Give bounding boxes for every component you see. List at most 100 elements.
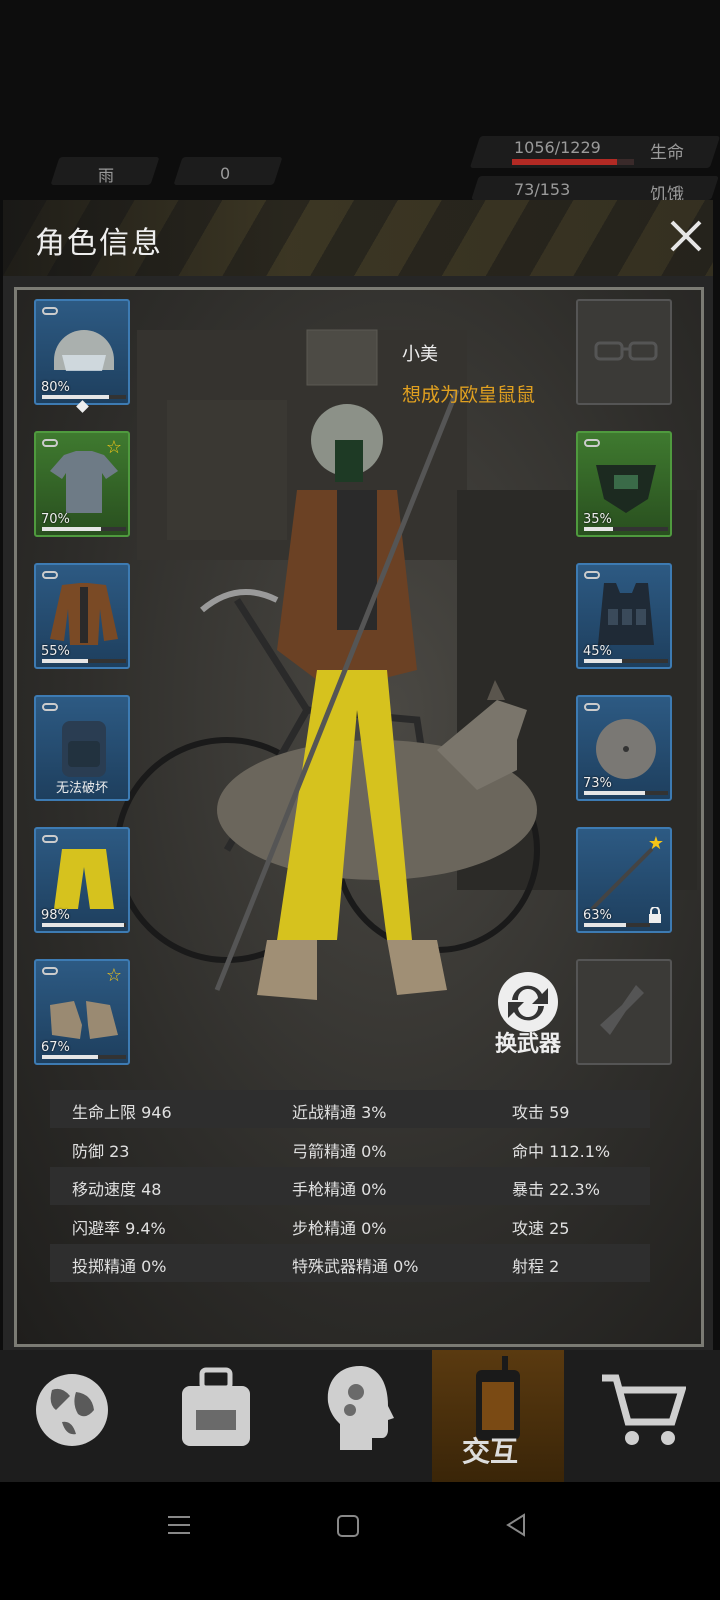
backpack-slot[interactable]: 无法破坏 <box>34 695 130 801</box>
globe-icon <box>36 1374 108 1446</box>
shield-durability-bar <box>584 791 668 795</box>
durability-fill <box>584 659 622 663</box>
health-bar <box>512 159 634 165</box>
close-icon[interactable] <box>666 216 706 256</box>
helmet-durability-bar <box>42 395 126 399</box>
backpack-icon <box>62 721 106 777</box>
mask-slot[interactable]: 35% <box>576 431 672 537</box>
shield-slot[interactable]: 73% <box>576 695 672 801</box>
home-icon[interactable] <box>336 1514 360 1538</box>
durability-fill <box>42 395 110 399</box>
nav-world-map[interactable] <box>0 1350 144 1482</box>
character-name: 小美 <box>402 344 438 365</box>
pants-durability-bar <box>42 923 126 927</box>
link-icon <box>42 571 58 579</box>
pants-icon <box>54 849 114 909</box>
shield-durability-text: 73% <box>583 776 612 791</box>
shirt-durability-bar <box>42 527 126 531</box>
stat-cell: 攻击 59 <box>512 1103 570 1122</box>
stat-cell: 近战精通 3% <box>292 1103 387 1122</box>
helmet-icon <box>54 330 114 371</box>
weather-text: 雨 <box>98 166 115 185</box>
sneakers-icon <box>50 1001 118 1039</box>
stat-cell: 移动速度 48 <box>72 1180 162 1199</box>
backpack-status-label: 无法破坏 <box>55 781 108 796</box>
system-nav-bar <box>0 1482 720 1600</box>
mask-durability-text: 35% <box>583 512 612 527</box>
weapon-durability-bar <box>584 923 650 927</box>
swap-weapon-button[interactable]: 换武器 <box>492 970 564 1060</box>
leather-jacket-icon <box>50 583 118 645</box>
walkie-talkie-icon <box>476 1356 520 1440</box>
vest-durability-text: 45% <box>583 644 612 659</box>
nav-interact-label: 交互 <box>462 1435 519 1468</box>
character-subtitle: 想成为欧皇鼠鼠 <box>402 384 536 406</box>
stat-cell: 特殊武器精通 0% <box>292 1257 419 1276</box>
link-icon <box>42 439 58 447</box>
back-icon[interactable] <box>504 1512 528 1538</box>
shirt-durability-text: 70% <box>41 512 70 527</box>
jacket-durability-bar <box>42 659 126 663</box>
nav-skills[interactable] <box>288 1350 432 1482</box>
weapon-slot[interactable]: ★ 63% <box>576 827 672 933</box>
shirt-slot[interactable]: ☆ 70% <box>34 431 130 537</box>
tshirt-icon <box>50 451 118 513</box>
health-label: 生命 <box>650 143 684 163</box>
shoes-slot[interactable]: ☆ 67% <box>34 959 130 1065</box>
stat-cell: 生命上限 946 <box>72 1103 172 1122</box>
stats-row: 生命上限 946 近战精通 3% 攻击 59 <box>50 1090 650 1128</box>
swap-arrows-icon <box>498 972 558 1032</box>
mask-durability-bar <box>584 527 668 531</box>
pants-slot[interactable]: 98% <box>34 827 130 933</box>
vest-slot[interactable]: 45% <box>576 563 672 669</box>
hunger-text: 73/153 <box>514 180 571 199</box>
link-icon <box>42 967 58 975</box>
throwable-slot[interactable] <box>576 959 672 1065</box>
swap-weapon-label: 换武器 <box>494 1032 561 1057</box>
durability-fill <box>42 923 125 927</box>
jacket-durability-text: 55% <box>41 644 70 659</box>
durability-fill <box>584 527 614 531</box>
panel-title: 角色信息 <box>35 226 163 261</box>
link-icon <box>584 439 600 447</box>
durability-fill <box>42 527 101 531</box>
jacket-slot[interactable]: 55% <box>34 563 130 669</box>
bottle-icon <box>600 985 644 1035</box>
stat-cell: 闪避率 9.4% <box>72 1218 166 1238</box>
glasses-slot[interactable] <box>576 299 672 405</box>
tactical-vest-icon <box>598 583 654 645</box>
durability-fill <box>584 923 626 927</box>
weapon-durability-text: 63% <box>583 908 612 923</box>
shoes-durability-text: 67% <box>41 1040 70 1055</box>
nav-shop[interactable] <box>564 1350 720 1482</box>
round-shield-icon <box>596 719 656 779</box>
health-text: 1056/1229 <box>514 138 601 157</box>
durability-fill <box>42 659 89 663</box>
stat-cell: 防御 23 <box>72 1141 130 1161</box>
staff-weapon-icon <box>590 847 654 911</box>
radiation-value: 0 <box>220 164 231 183</box>
stat-cell: 射程 2 <box>512 1257 560 1276</box>
link-icon <box>584 703 600 711</box>
stats-row: 防御 23 弓箭精通 0% 命中 112.1% <box>50 1129 650 1167</box>
stat-cell: 投掷精通 0% <box>72 1257 167 1276</box>
stat-cell: 步枪精通 0% <box>292 1218 387 1238</box>
link-icon <box>42 703 58 711</box>
top-hud: 雨 0 1056/1229 生命 73/153 饥饿 <box>0 136 720 337</box>
glasses-icon <box>594 341 658 361</box>
menu-icon[interactable] <box>166 1512 192 1538</box>
pants-durability-text: 98% <box>41 908 70 923</box>
durability-fill <box>42 1055 99 1059</box>
shoes-durability-bar <box>42 1055 126 1059</box>
stat-cell: 攻速 25 <box>512 1218 570 1238</box>
helmet-slot[interactable]: 80% <box>34 299 130 405</box>
lock-icon <box>649 907 661 923</box>
durability-fill <box>584 791 646 795</box>
nav-inventory[interactable] <box>144 1350 288 1482</box>
stat-cell: 命中 112.1% <box>512 1141 611 1161</box>
link-icon <box>42 835 58 843</box>
gas-mask-icon <box>596 465 656 513</box>
nav-interact[interactable]: 交互 <box>432 1350 564 1482</box>
head-gears-icon <box>327 1366 394 1450</box>
backpack-icon <box>182 1367 250 1446</box>
